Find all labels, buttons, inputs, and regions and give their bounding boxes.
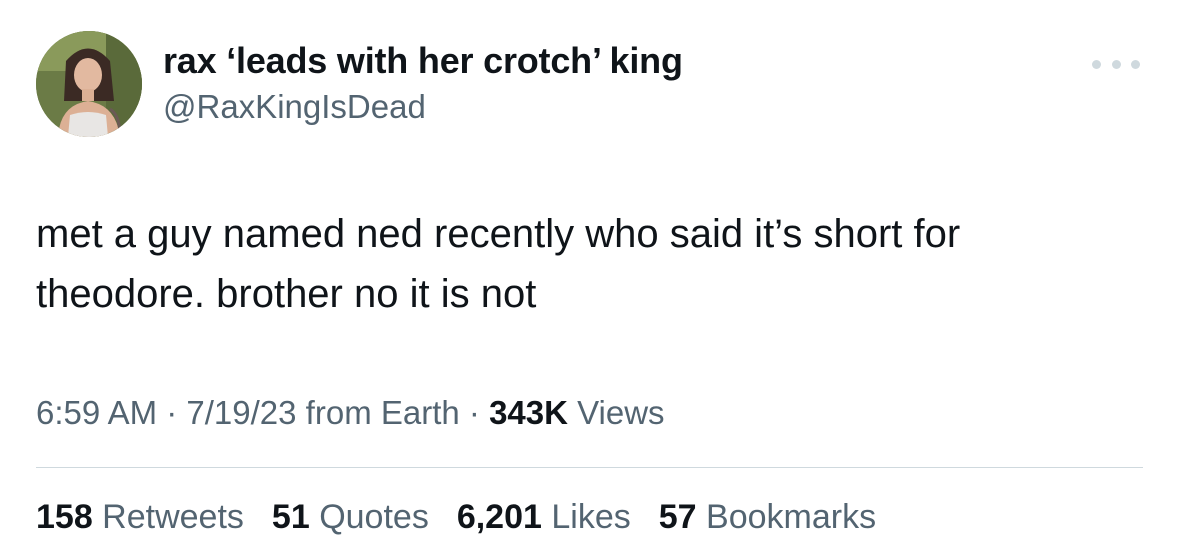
tweet-source: from Earth bbox=[296, 394, 460, 431]
bookmarks-label: Bookmarks bbox=[696, 498, 877, 536]
tweet-text: met a guy named ned recently who said it… bbox=[36, 204, 1136, 324]
likes-stat[interactable]: 6,201 Likes bbox=[457, 498, 631, 537]
tweet-text-line: met a guy named ned recently who said it… bbox=[36, 212, 961, 256]
retweets-stat[interactable]: 158 Retweets bbox=[36, 498, 244, 537]
tweet-meta: 6:59 AM · 7/19/23 from Earth · 343K View… bbox=[36, 394, 665, 432]
likes-count: 6,201 bbox=[456, 498, 542, 536]
engagement-stats: 158 Retweets 51 Quotes 6,201 Likes 57 Bo… bbox=[36, 498, 876, 537]
tweet-text-line: theodore. brother no it is not bbox=[36, 272, 537, 316]
more-options-button[interactable] bbox=[1092, 52, 1140, 76]
meta-separator: · bbox=[157, 394, 187, 431]
quotes-stat[interactable]: 51 Quotes bbox=[272, 498, 429, 537]
meta-separator: · bbox=[459, 394, 490, 431]
retweets-label: Retweets bbox=[92, 498, 244, 536]
quotes-count: 51 bbox=[271, 498, 310, 536]
retweets-count: 158 bbox=[36, 498, 93, 536]
views-label: Views bbox=[567, 394, 665, 431]
avatar-photo bbox=[36, 31, 142, 137]
avatar[interactable] bbox=[36, 31, 142, 137]
more-options-icon-dot bbox=[1131, 59, 1140, 69]
likes-label: Likes bbox=[541, 498, 631, 536]
quotes-label: Quotes bbox=[309, 498, 429, 536]
tweet-time[interactable]: 6:59 AM bbox=[36, 394, 157, 431]
tweet-date[interactable]: 7/19/23 bbox=[186, 394, 296, 431]
author-display-name[interactable]: rax ‘leads with her crotch’ king bbox=[163, 40, 683, 82]
bookmarks-stat[interactable]: 57 Bookmarks bbox=[659, 498, 876, 537]
bookmarks-count: 57 bbox=[658, 498, 697, 536]
author-handle[interactable]: @RaxKingIsDead bbox=[163, 88, 426, 126]
views-count: 343K bbox=[489, 394, 568, 431]
more-options-icon-dot bbox=[1111, 59, 1121, 69]
more-options-icon bbox=[1092, 59, 1101, 69]
divider bbox=[36, 467, 1143, 468]
